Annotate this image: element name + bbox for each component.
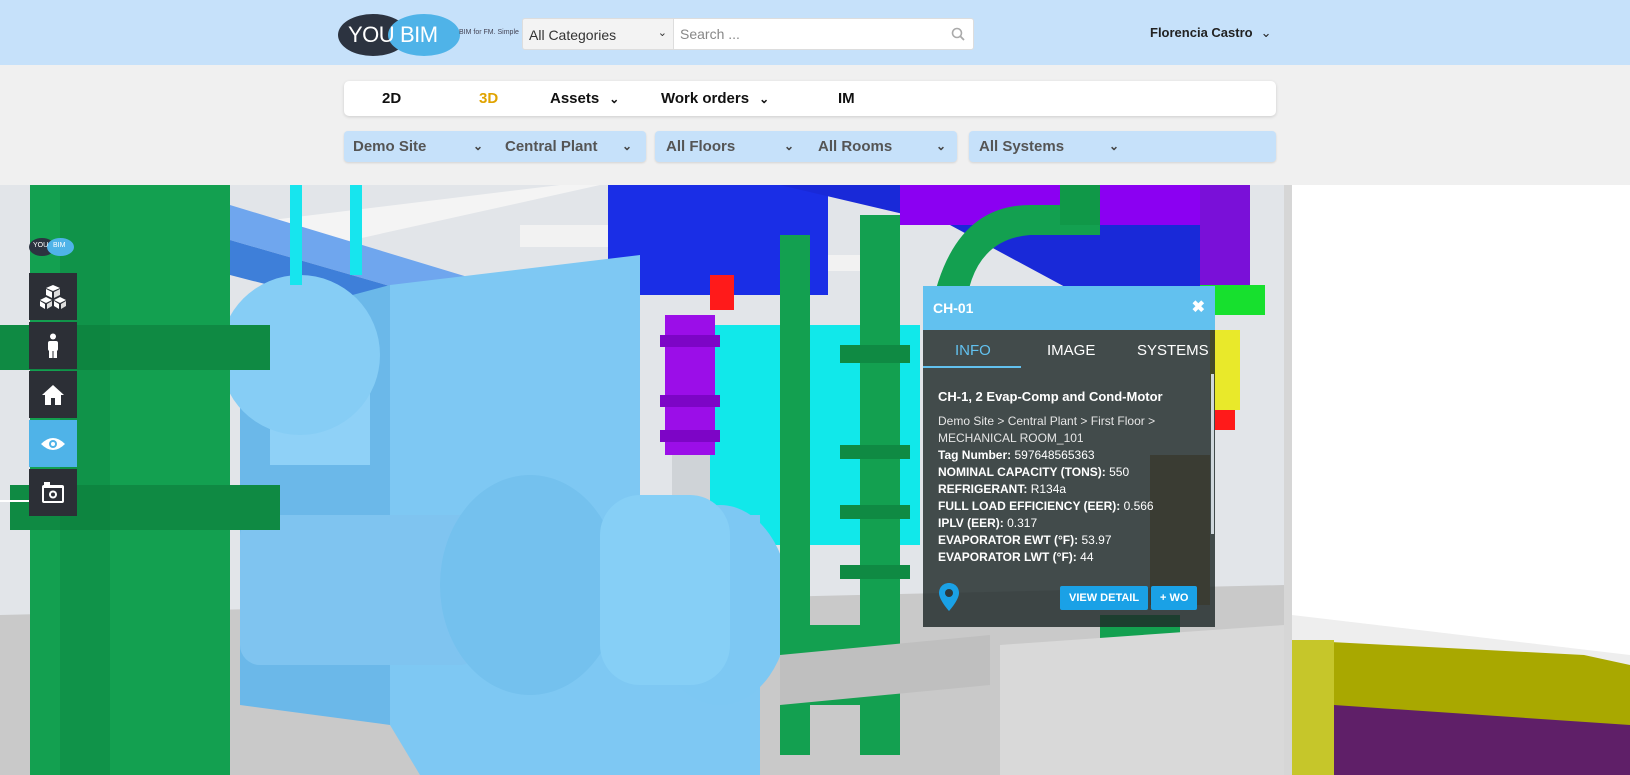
- location-filters: Demo Site ⌄ Central Plant ⌄: [344, 131, 646, 162]
- popup-title: CH-01: [933, 300, 974, 316]
- system-filter[interactable]: All Systems ⌄: [979, 138, 1179, 155]
- user-name: Florencia Castro: [1150, 25, 1253, 40]
- tab-info[interactable]: INFO: [955, 342, 991, 359]
- chevron-down-icon: ⌄: [936, 139, 947, 153]
- field-iplv: IPLV (EER): 0.317: [938, 516, 1038, 530]
- chevron-down-icon: ⌄: [784, 139, 795, 153]
- room-filter[interactable]: All Rooms ⌄: [818, 138, 958, 155]
- system-filters: All Systems ⌄: [969, 131, 1276, 162]
- active-tab-indicator: [923, 366, 1021, 368]
- tool-home[interactable]: [29, 371, 77, 418]
- field-evaporator-ewt: EVAPORATOR EWT (°F): 53.97: [938, 533, 1112, 547]
- view-detail-button[interactable]: VIEW DETAIL: [1060, 586, 1149, 610]
- field-evaporator-lwt: EVAPORATOR LWT (°F): 44: [938, 550, 1094, 564]
- search-input[interactable]: [674, 19, 924, 49]
- map-pin-icon[interactable]: [938, 582, 960, 612]
- tool-cubes[interactable]: [29, 273, 77, 320]
- viewer-toolbar: [29, 273, 77, 518]
- chevron-down-icon: ⌄: [473, 139, 484, 153]
- tool-camera[interactable]: [29, 469, 77, 516]
- main-nav: 2D 3D Assets ⌄ Work orders ⌄ IM: [344, 81, 1276, 116]
- popup-header: CH-01 ✖: [923, 286, 1215, 330]
- popup-tabs: INFO IMAGE SYSTEMS: [923, 330, 1215, 368]
- person-icon: [48, 333, 58, 358]
- site-filter[interactable]: Demo Site ⌄: [353, 138, 493, 155]
- tab-work-orders[interactable]: Work orders ⌄: [661, 90, 769, 107]
- chevron-down-icon: ⌄: [622, 139, 633, 153]
- logo-tagline: BIM for FM. Simple: [459, 29, 519, 36]
- building-filter[interactable]: Central Plant ⌄: [505, 138, 645, 155]
- chevron-down-icon: ⌄: [609, 92, 620, 106]
- viewport-right-area: [1284, 185, 1630, 775]
- top-header: YOU BIM BIM for FM. Simple All Categorie…: [0, 0, 1630, 65]
- field-tag-number: Tag Number: 597648565363: [938, 448, 1095, 462]
- tab-image[interactable]: IMAGE: [1047, 342, 1095, 359]
- user-menu[interactable]: Florencia Castro ⌄: [1150, 25, 1272, 41]
- tab-2d[interactable]: 2D: [382, 90, 401, 107]
- tab-im[interactable]: IM: [838, 90, 855, 107]
- home-icon: [42, 384, 64, 405]
- tool-person[interactable]: [29, 322, 77, 369]
- search-icon[interactable]: [951, 27, 965, 41]
- tab-3d[interactable]: 3D: [479, 90, 498, 107]
- mini-logo: YOU BIM: [29, 238, 75, 256]
- add-work-order-button[interactable]: + WO: [1151, 586, 1198, 610]
- category-select[interactable]: All Categories ⌄: [522, 18, 674, 50]
- tab-assets[interactable]: Assets ⌄: [550, 90, 619, 107]
- chevron-down-icon: ⌄: [1260, 25, 1272, 40]
- asset-location-path: Demo Site > Central Plant > First Floor …: [938, 414, 1156, 445]
- logo-text-bim: BIM: [400, 22, 438, 47]
- floor-filter[interactable]: All Floors ⌄: [666, 138, 806, 155]
- chevron-down-icon: ⌄: [657, 27, 667, 39]
- field-refrigerant: REFRIGERANT: R134a: [938, 482, 1067, 496]
- field-nominal-capacity: NOMINAL CAPACITY (TONS): 550: [938, 465, 1130, 479]
- eye-icon: [41, 437, 65, 450]
- camera-icon: [42, 481, 64, 503]
- close-icon[interactable]: ✖: [1192, 297, 1205, 317]
- floor-room-filters: All Floors ⌄ All Rooms ⌄: [655, 131, 957, 162]
- category-select-value: All Categories: [529, 27, 617, 43]
- asset-info-popup: CH-01 ✖ INFO IMAGE SYSTEMS CH-1, 2 Evap-…: [923, 286, 1215, 627]
- field-full-load-efficiency: FULL LOAD EFFICIENCY (EER): 0.566: [938, 499, 1154, 513]
- asset-name: CH-1, 2 Evap-Comp and Cond-Motor: [938, 389, 1163, 404]
- logo-text-you: YOU: [348, 22, 395, 47]
- chevron-down-icon: ⌄: [759, 92, 770, 106]
- youbim-logo[interactable]: YOU BIM BIM for FM. Simple: [338, 14, 519, 60]
- tab-systems[interactable]: SYSTEMS: [1137, 342, 1209, 359]
- search-box: [673, 18, 974, 50]
- chevron-down-icon: ⌄: [1109, 139, 1120, 153]
- tool-eye[interactable]: [29, 420, 77, 467]
- 3d-model-render-right: [1284, 185, 1630, 775]
- asset-details: CH-1, 2 Evap-Comp and Cond-Motor Demo Si…: [938, 388, 1198, 566]
- popup-scrollbar[interactable]: [1211, 374, 1214, 534]
- cubes-icon: [40, 284, 66, 309]
